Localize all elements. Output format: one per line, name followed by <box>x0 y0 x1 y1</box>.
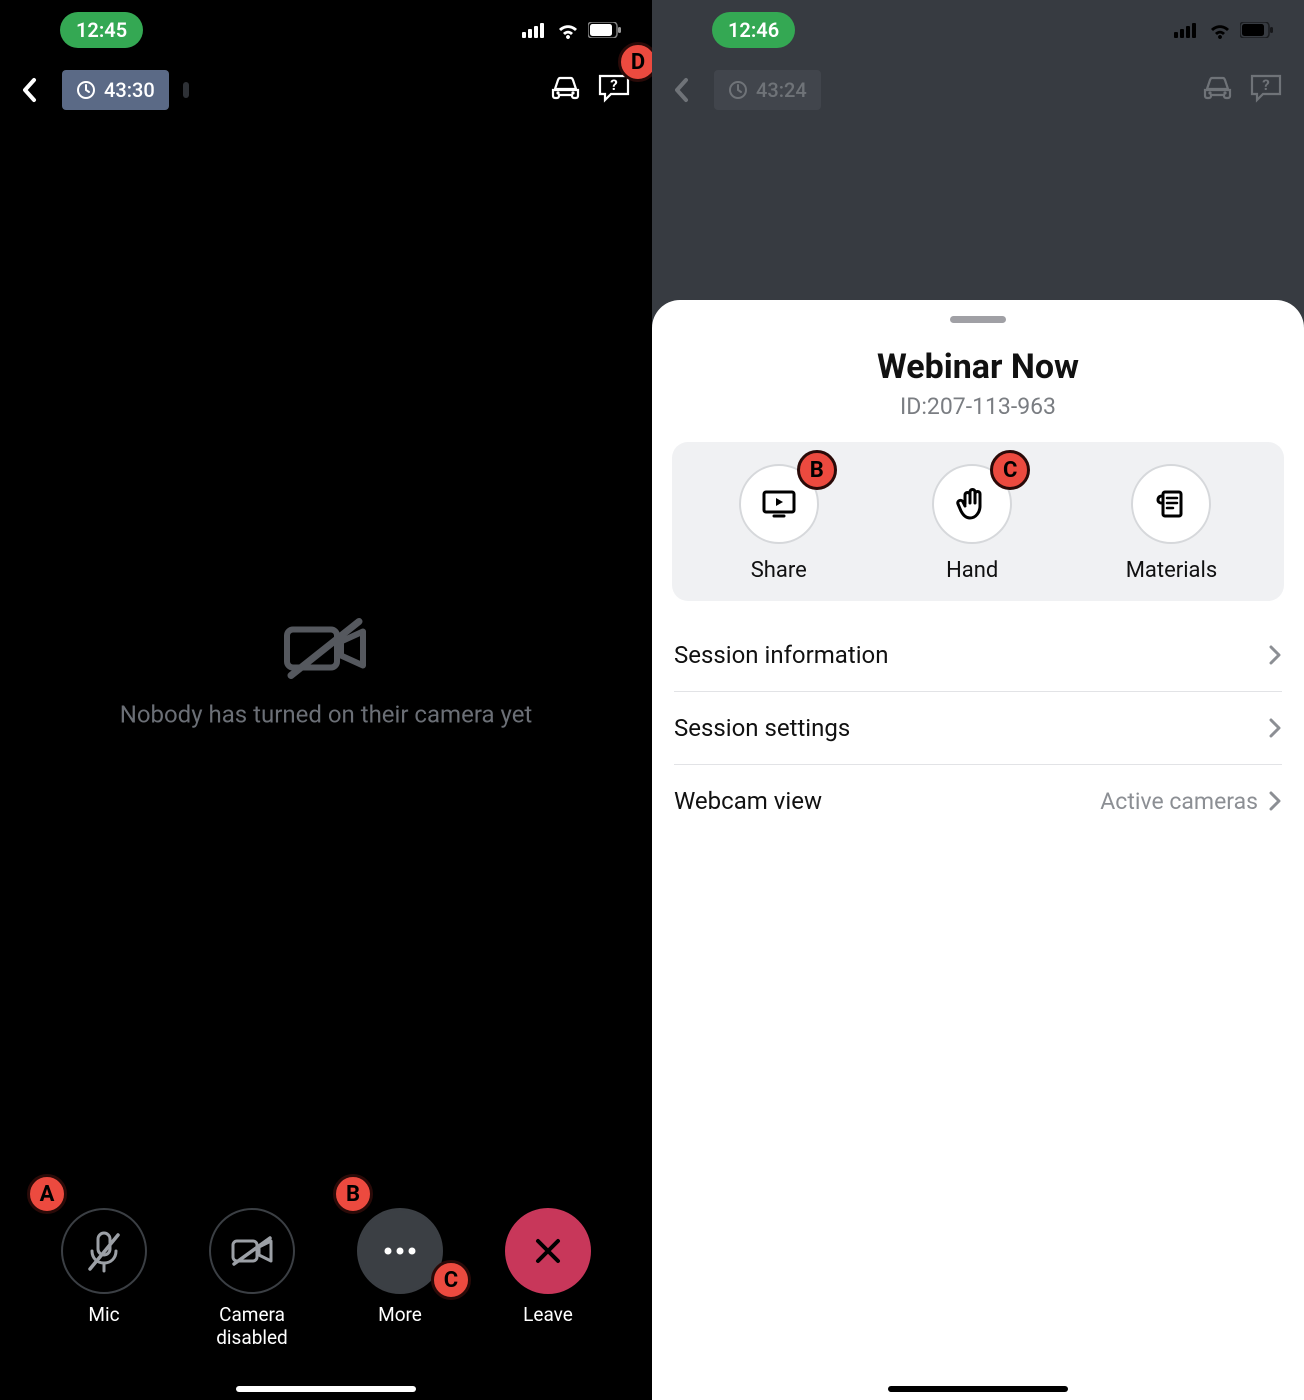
sheet-session-id: ID:207-113-963 <box>652 393 1304 420</box>
camera-label: Camera disabled <box>216 1304 288 1350</box>
marker-c: C <box>431 1260 471 1300</box>
chevron-right-icon <box>1268 644 1282 666</box>
share-action[interactable]: B Share <box>739 464 819 583</box>
nav-bar: 43:24 ? <box>652 60 1304 120</box>
close-icon <box>531 1234 565 1268</box>
menu-list: Session information Session settings Web… <box>652 619 1304 837</box>
action-tray: B Share C Hand <box>672 442 1284 601</box>
camera-off-icon <box>230 1234 274 1268</box>
cellular-icon <box>522 22 548 38</box>
session-timer[interactable]: 43:30 <box>62 70 169 110</box>
menu-item-label: Webcam view <box>674 787 822 815</box>
marker-c-sheet: C <box>990 450 1030 490</box>
empty-state: Nobody has turned on their camera yet <box>0 616 652 729</box>
car-icon[interactable] <box>548 73 583 108</box>
hand-label: Hand <box>946 558 998 583</box>
battery-icon <box>588 22 622 38</box>
status-bar: 12:46 <box>652 0 1304 60</box>
clock-icon <box>76 80 96 100</box>
screen-call: 12:45 43:30 ? D <box>0 0 652 1400</box>
materials-action[interactable]: Materials <box>1126 464 1218 583</box>
marker-a: A <box>27 1174 67 1214</box>
camera-off-icon <box>281 616 371 681</box>
hand-icon <box>955 486 989 522</box>
more-label: More <box>378 1304 422 1327</box>
timer-text: 43:24 <box>756 78 807 102</box>
svg-text:?: ? <box>1262 76 1269 94</box>
status-bar: 12:45 <box>0 0 652 60</box>
hand-action[interactable]: C Hand <box>932 464 1012 583</box>
leave-label: Leave <box>523 1304 573 1327</box>
leave-button[interactable]: Leave <box>505 1208 591 1327</box>
wifi-icon <box>1208 21 1232 39</box>
help-chat-icon[interactable]: ? <box>1249 73 1284 108</box>
bottom-controls: A Mic Camera disabled B <box>0 1208 652 1350</box>
cellular-icon <box>1174 22 1200 38</box>
nav-bar: 43:30 ? D <box>0 60 652 120</box>
webcam-view-item[interactable]: Webcam view Active cameras <box>674 765 1282 837</box>
screen-sheet: 12:46 43:24 ? Web <box>652 0 1304 1400</box>
back-button[interactable] <box>672 76 700 104</box>
chevron-right-icon <box>1268 790 1282 812</box>
more-button[interactable]: B C More <box>357 1208 443 1327</box>
session-information-item[interactable]: Session information <box>674 619 1282 692</box>
materials-icon <box>1153 486 1189 522</box>
share-label: Share <box>751 558 807 583</box>
session-timer[interactable]: 43:24 <box>714 70 821 110</box>
more-sheet: Webinar Now ID:207-113-963 B Share C <box>652 300 1304 1400</box>
menu-item-label: Session settings <box>674 714 850 742</box>
mic-button[interactable]: A Mic <box>61 1208 147 1327</box>
marker-d: D <box>618 42 652 82</box>
battery-icon <box>1240 22 1274 38</box>
share-screen-icon <box>760 488 798 520</box>
status-time-pill[interactable]: 12:45 <box>60 12 143 48</box>
materials-label: Materials <box>1126 558 1218 583</box>
svg-text:?: ? <box>610 76 617 94</box>
chevron-right-icon <box>1268 717 1282 739</box>
menu-item-label: Session information <box>674 641 888 669</box>
status-time-pill[interactable]: 12:46 <box>712 12 795 48</box>
home-indicator[interactable] <box>888 1386 1068 1392</box>
empty-state-text: Nobody has turned on their camera yet <box>0 701 652 729</box>
session-settings-item[interactable]: Session settings <box>674 692 1282 765</box>
mic-label: Mic <box>88 1304 119 1327</box>
back-button[interactable] <box>20 76 48 104</box>
timer-extra <box>183 82 189 98</box>
sheet-grabber[interactable] <box>950 316 1006 323</box>
status-indicators <box>522 21 622 39</box>
sheet-title: Webinar Now <box>652 347 1304 387</box>
dots-icon <box>380 1246 420 1256</box>
wifi-icon <box>556 21 580 39</box>
car-icon[interactable] <box>1200 73 1235 108</box>
timer-text: 43:30 <box>104 78 155 102</box>
menu-item-value: Active cameras <box>1100 788 1258 815</box>
marker-b: B <box>333 1174 373 1214</box>
marker-b-sheet: B <box>797 450 837 490</box>
camera-button[interactable]: Camera disabled <box>209 1208 295 1350</box>
clock-icon <box>728 80 748 100</box>
status-indicators <box>1174 21 1274 39</box>
mic-off-icon <box>84 1229 124 1273</box>
home-indicator[interactable] <box>236 1386 416 1392</box>
